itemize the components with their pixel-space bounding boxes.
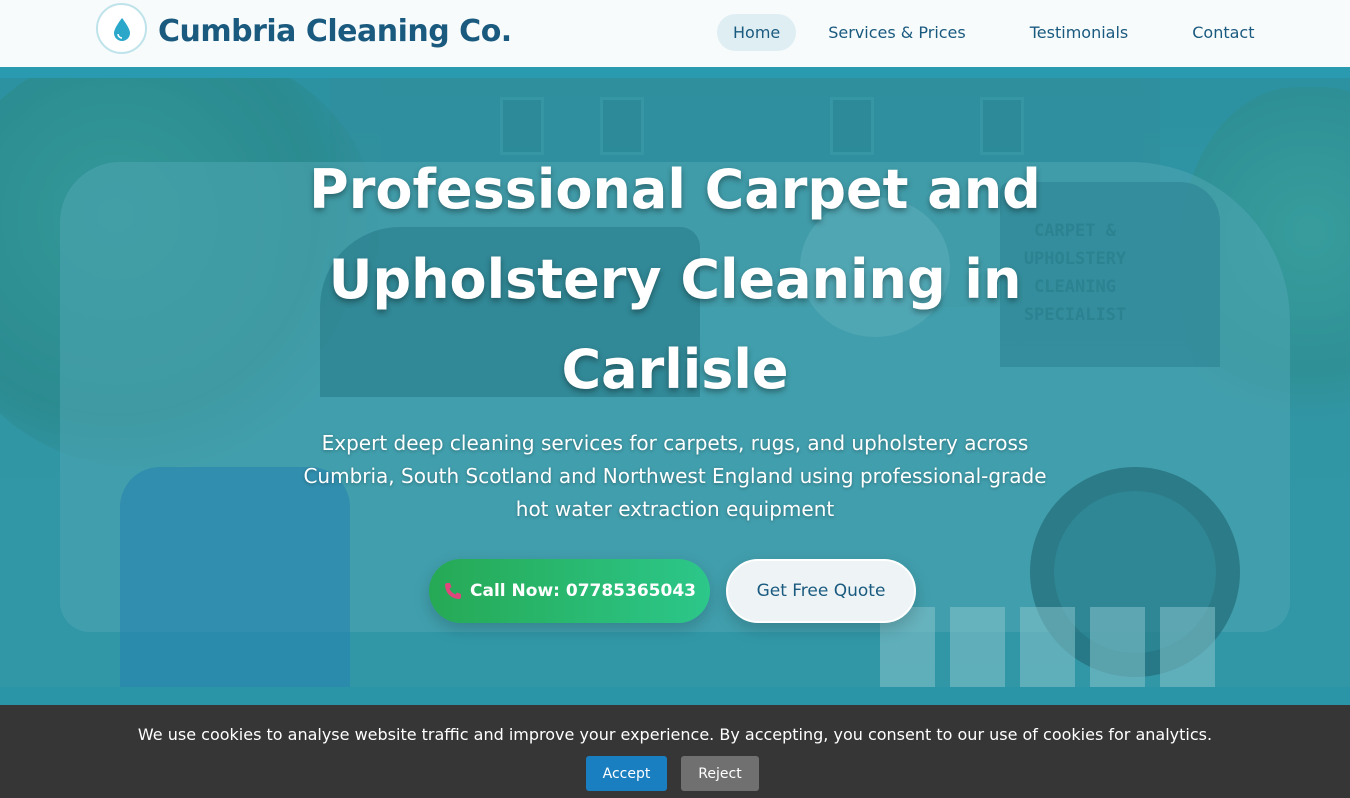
hero-title: Professional Carpet and Upholstery Clean… — [309, 158, 1041, 401]
nav-home[interactable]: Home — [717, 14, 797, 51]
cookie-banner: We use cookies to analyse website traffi… — [0, 705, 1350, 798]
call-now-label: Call Now: 07785365043 — [470, 581, 696, 601]
hero-top-strip — [0, 67, 1350, 78]
nav-testimonials[interactable]: Testimonials — [1014, 14, 1145, 51]
nav-services-prices[interactable]: Services & Prices — [812, 14, 981, 51]
phone-icon — [445, 583, 462, 599]
cookie-reject-button[interactable]: Reject — [681, 756, 759, 791]
main-nav: Home Services & Prices Testimonials Cont… — [717, 14, 1270, 51]
section-divider — [0, 687, 1350, 705]
hero-subtitle: Expert deep cleaning services for carpet… — [303, 431, 1047, 521]
cookie-accept-button[interactable]: Accept — [586, 756, 667, 791]
hero-section: CARPET & UPHOLSTERY CLEANING SPECIALIST … — [0, 67, 1350, 687]
cookie-message: We use cookies to analyse website traffi… — [137, 725, 1213, 744]
site-header: Cumbria Cleaning Co. Home Services & Pri… — [0, 0, 1350, 67]
water-drop-logo-icon — [113, 17, 130, 41]
brand-logo[interactable] — [96, 3, 147, 54]
get-free-quote-button[interactable]: Get Free Quote — [726, 559, 916, 623]
call-now-button[interactable]: Call Now: 07785365043 — [429, 559, 710, 623]
brand-name[interactable]: Cumbria Cleaning Co. — [158, 14, 512, 49]
nav-contact[interactable]: Contact — [1176, 14, 1270, 51]
